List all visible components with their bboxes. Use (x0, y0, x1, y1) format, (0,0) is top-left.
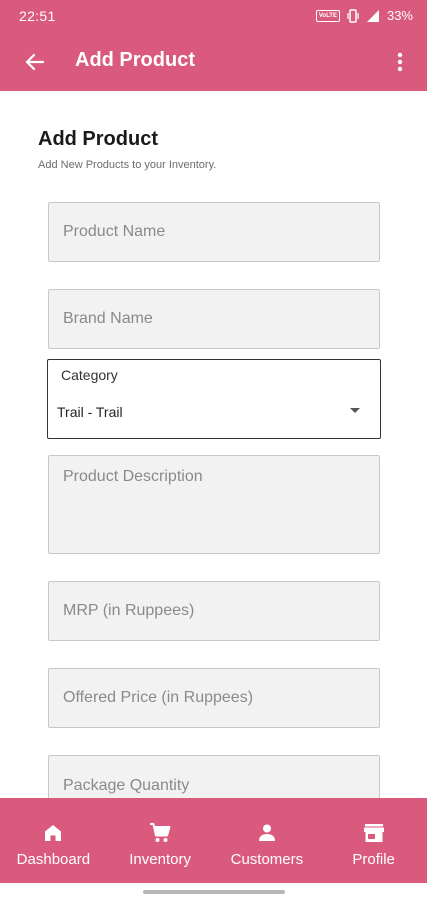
gesture-handle[interactable] (143, 890, 285, 894)
mrp-input[interactable]: MRP (in Ruppees) (48, 581, 380, 641)
status-bar: 22:51 VoLTE 33% (0, 0, 427, 33)
product-description-input[interactable]: Product Description (48, 455, 380, 554)
nav-item-inventory[interactable]: Inventory (107, 798, 214, 883)
nav-item-dashboard[interactable]: Dashboard (0, 798, 107, 883)
product-name-input[interactable]: Product Name (48, 202, 380, 262)
status-icons: VoLTE 33% (315, 8, 413, 23)
offered-price-input[interactable]: Offered Price (in Ruppees) (48, 668, 380, 728)
status-time: 22:51 (19, 8, 56, 24)
arrow-back-icon (25, 53, 45, 71)
app-bar-title: Add Product (75, 49, 195, 71)
volte-icon: VoLTE (315, 9, 340, 22)
nav-label-profile: Profile (352, 851, 395, 868)
mrp-placeholder: MRP (in Ruppees) (63, 602, 195, 619)
nav-label-inventory: Inventory (129, 851, 191, 868)
app-bar: Add Product (0, 33, 427, 91)
package-quantity-input[interactable]: Package Quantity (48, 755, 380, 798)
brand-name-input[interactable]: Brand Name (48, 289, 380, 349)
store-icon (363, 822, 385, 844)
form-title: Add Product (38, 128, 158, 150)
overflow-menu-button[interactable] (385, 47, 415, 77)
nav-label-dashboard: Dashboard (16, 851, 91, 868)
category-selected-value: Trail - Trail (57, 404, 123, 420)
home-icon (42, 822, 64, 844)
package-quantity-placeholder: Package Quantity (63, 777, 190, 794)
brand-name-placeholder: Brand Name (63, 310, 153, 327)
category-label: Category (61, 367, 118, 383)
bottom-navigation: Dashboard Inventory Customers Profile (0, 798, 427, 883)
product-name-placeholder: Product Name (63, 223, 166, 240)
offered-price-placeholder: Offered Price (in Ruppees) (63, 689, 254, 706)
battery-percentage: 33% (386, 8, 413, 23)
vibrate-icon (347, 8, 359, 23)
form-content[interactable]: Add Product Add New Products to your Inv… (0, 91, 427, 798)
dropdown-arrow-icon (350, 408, 360, 413)
nav-label-customers: Customers (230, 851, 304, 868)
nav-item-customers[interactable]: Customers (214, 798, 321, 883)
category-select[interactable]: Category Trail - Trail (47, 359, 381, 439)
more-vert-icon (397, 52, 403, 72)
product-description-placeholder: Product Description (63, 468, 203, 485)
nav-item-profile[interactable]: Profile (320, 798, 427, 883)
signal-icon (366, 9, 379, 22)
system-navigation-bar (0, 883, 427, 900)
person-icon (256, 822, 278, 844)
back-button[interactable] (20, 47, 50, 77)
cart-icon (149, 822, 171, 844)
form-subtitle: Add New Products to your Inventory. (38, 159, 217, 171)
